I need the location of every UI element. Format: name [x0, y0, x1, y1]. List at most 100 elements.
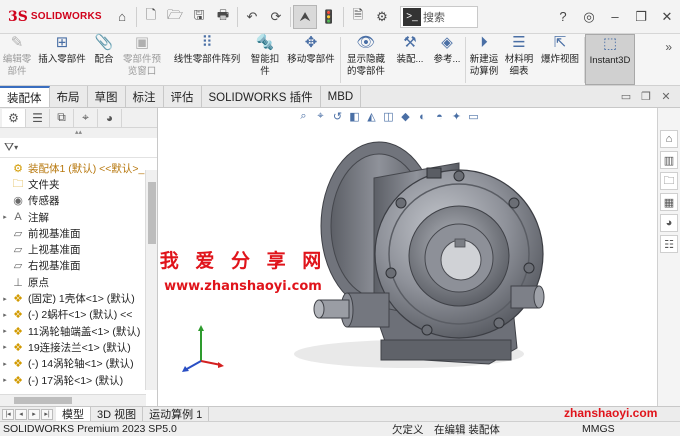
- feature-tree-icon[interactable]: ⚙: [2, 108, 26, 127]
- tree-item[interactable]: ▸ ❖ (固定) 1壳体<1> (默认): [0, 290, 157, 306]
- ribbon-button-mate[interactable]: 📎 配合: [90, 34, 118, 85]
- ribbon-button-exploded-view[interactable]: ⇱ 爆炸视图: [536, 34, 584, 85]
- user-account-icon[interactable]: ◎: [576, 9, 602, 25]
- expand-arrow-icon[interactable]: ▸: [0, 311, 10, 319]
- tab-5[interactable]: SOLIDWORKS 插件: [202, 86, 321, 107]
- expand-arrow-icon[interactable]: ▸: [0, 295, 10, 303]
- configuration-manager-icon[interactable]: ⧉: [50, 108, 74, 127]
- doc-restore-icon[interactable]: ❐: [636, 90, 656, 103]
- display-manager-icon[interactable]: ◕: [98, 108, 122, 127]
- bottom-tab-0[interactable]: 模型: [56, 407, 91, 421]
- unit-system[interactable]: MMGS: [582, 423, 615, 435]
- command-search-icon[interactable]: >_: [403, 7, 421, 26]
- ribbon-button-assembly-features[interactable]: ⚒ 装配...: [391, 34, 429, 85]
- traffic-light-icon[interactable]: 🚦: [317, 5, 341, 29]
- ribbon-button-linear-pattern[interactable]: ⠿ 线性零部件阵列: [166, 34, 248, 85]
- tree-item[interactable]: ▸ ❖ 11涡轮轴端盖<1> (默认): [0, 323, 157, 339]
- help-icon[interactable]: ?: [550, 9, 576, 24]
- ribbon-label: 智能扣 件: [250, 54, 280, 77]
- toolbar-separator: [136, 6, 137, 27]
- tree-item[interactable]: ◉ 传感器: [0, 193, 157, 209]
- design-library-icon[interactable]: ▥: [660, 151, 678, 169]
- tab-4[interactable]: 评估: [164, 86, 202, 107]
- keyway: [454, 238, 466, 248]
- file-properties-icon[interactable]: 🗎: [346, 5, 370, 29]
- ribbon-button-show-hidden[interactable]: 👁 显示隐藏 的零部件: [341, 34, 391, 85]
- print-icon[interactable]: 🖶: [211, 5, 235, 29]
- tree-item[interactable]: ▱ 上视基准面: [0, 241, 157, 257]
- tab-2[interactable]: 草图: [88, 86, 126, 107]
- tab-6[interactable]: MBD: [321, 86, 362, 107]
- tree-item-label: 注解: [28, 211, 49, 224]
- tab-3[interactable]: 标注: [126, 86, 164, 107]
- tree-item[interactable]: ▸ ❖ (-) 14涡轮轴<1> (默认): [0, 356, 157, 372]
- bottom-tab-2[interactable]: 运动算例 1: [143, 407, 210, 421]
- minimize-icon[interactable]: –: [602, 9, 628, 24]
- rebuild-icon[interactable]: ⟳: [264, 5, 288, 29]
- tree-item[interactable]: ▱ 前视基准面: [0, 225, 157, 241]
- restore-icon[interactable]: ❐: [628, 9, 654, 25]
- ribbon-button-new-motion-study[interactable]: ⏵ 新建运 动算例: [466, 34, 502, 85]
- ribbon-overflow-icon[interactable]: »: [665, 34, 680, 85]
- bottom-tab-1[interactable]: 3D 视图: [91, 407, 144, 421]
- dimxpert-icon[interactable]: ⌖: [74, 108, 98, 127]
- product-version: SOLIDWORKS Premium 2023 SP5.0: [3, 423, 177, 435]
- ribbon-button-component-preview[interactable]: ▣ 零部件预 览窗口: [118, 34, 166, 85]
- ribbon-button-instant3d[interactable]: ⬚ Instant3D: [585, 34, 635, 85]
- ribbon-button-reference-geometry[interactable]: ◈ 参考...: [429, 34, 465, 85]
- doc-close-icon[interactable]: ✕: [656, 90, 676, 103]
- next-tab-icon[interactable]: ▸: [28, 408, 40, 420]
- tree-item[interactable]: ▸ ❖ (-) 17涡轮<1> (默认): [0, 372, 157, 388]
- options-gear-icon[interactable]: ⚙: [370, 5, 394, 29]
- title-bar: 3S SOLIDWORKS ⌂ 🗋 🗁 🖫 🖶 ↶ ⟳ ⮝ 🚦 🗎 ⚙ >_ 搜索 ? ◎ – ❐ …: [0, 0, 680, 34]
- ribbon-button-move-component[interactable]: ✥ 移动零部件: [282, 34, 340, 85]
- tree-item[interactable]: ▸ ❖ 19连接法兰<1> (默认): [0, 339, 157, 355]
- first-tab-icon[interactable]: |◂: [2, 408, 14, 420]
- plane-icon: ▱: [13, 227, 23, 240]
- tree-item[interactable]: ⚙ 装配体1 (默认) <<默认>_: [0, 160, 157, 176]
- tree-item[interactable]: ▱ 右视基准面: [0, 258, 157, 274]
- tree-horizontal-scrollbar[interactable]: [0, 394, 146, 406]
- prev-tab-icon[interactable]: ◂: [15, 408, 27, 420]
- expand-arrow-icon[interactable]: ▸: [0, 343, 10, 351]
- last-tab-icon[interactable]: ▸|: [41, 408, 53, 420]
- expand-arrow-icon[interactable]: ▸: [0, 376, 10, 384]
- solidworks-resources-icon[interactable]: ⌂: [660, 130, 678, 148]
- tree-item[interactable]: ⊥ 原点: [0, 274, 157, 290]
- save-icon[interactable]: 🖫: [187, 5, 211, 29]
- ribbon-button-edit-component[interactable]: ✎ 编辑零 部件: [0, 34, 34, 85]
- tab-1[interactable]: 布局: [50, 86, 88, 107]
- close-icon[interactable]: ✕: [654, 9, 680, 25]
- property-manager-icon[interactable]: ☰: [26, 108, 50, 127]
- expand-arrow-icon[interactable]: ▸: [0, 213, 10, 221]
- solidworks-logo[interactable]: 3S SOLIDWORKS: [0, 0, 110, 33]
- file-explorer-icon[interactable]: 🗀: [660, 172, 678, 190]
- expand-arrow-icon[interactable]: ▸: [0, 360, 10, 368]
- tree-item[interactable]: ▸ A 注解: [0, 209, 157, 225]
- view-palette-icon[interactable]: ▦: [660, 193, 678, 211]
- search-box[interactable]: >_ 搜索: [400, 5, 478, 28]
- undo-icon[interactable]: ↶: [240, 5, 264, 29]
- panel-collapse-handle[interactable]: ▴▴: [0, 128, 157, 138]
- open-folder-icon[interactable]: 🗁: [163, 5, 187, 29]
- doc-minimize-icon[interactable]: ▭: [616, 90, 636, 103]
- custom-properties-icon[interactable]: ☷: [660, 235, 678, 253]
- tree-item[interactable]: 🗀 文件夹: [0, 176, 157, 192]
- ribbon-button-bill-of-materials[interactable]: ☰ 材料明 细表: [502, 34, 536, 85]
- tree-item[interactable]: ▸ ❖ (-) 2蜗杆<1> (默认) <<: [0, 307, 157, 323]
- select-arrow-icon[interactable]: ⮝: [293, 4, 317, 29]
- tree-filter[interactable]: ⛛ ▾: [0, 138, 157, 158]
- tree-vertical-scrollbar[interactable]: [145, 170, 157, 390]
- home-icon[interactable]: ⌂: [110, 5, 134, 29]
- new-document-icon[interactable]: 🗋: [139, 5, 163, 29]
- scrollbar-thumb[interactable]: [14, 397, 72, 404]
- appearances-icon[interactable]: ◕: [660, 214, 678, 232]
- expand-arrow-icon[interactable]: ▸: [0, 327, 10, 335]
- graphics-area[interactable]: ⌕ ⌖ ↺ ◧ ◭ ◫ ◆ ◐ ◓ ✦ ▭ 我 爱 分 享 网 www.zhan…: [159, 108, 657, 406]
- assembly-icon: ⚙: [13, 162, 23, 175]
- scrollbar-thumb[interactable]: [148, 182, 156, 244]
- ribbon-button-insert-component[interactable]: ⊞ 插入零部件: [34, 34, 90, 85]
- ribbon-button-smart-fastener[interactable]: 🔩 智能扣 件: [248, 34, 282, 85]
- tab-0[interactable]: 装配体: [0, 86, 50, 107]
- filter-icon[interactable]: ⛛: [4, 140, 14, 155]
